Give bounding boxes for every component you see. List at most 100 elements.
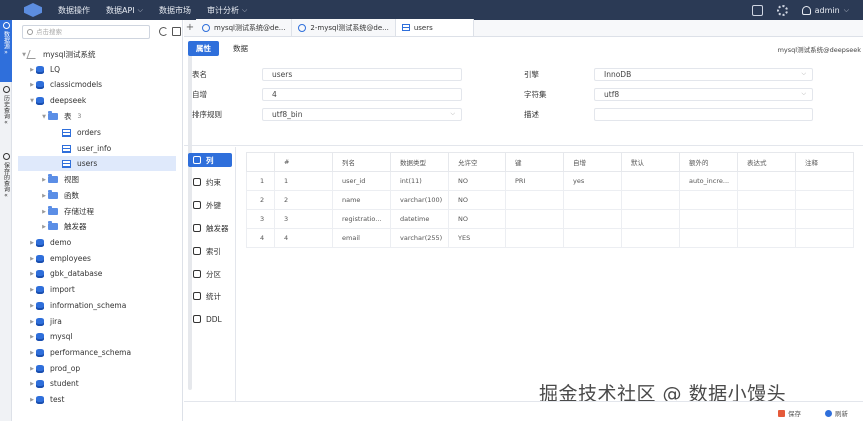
table-cell[interactable]: [737, 190, 796, 210]
section-indexes[interactable]: 索引: [188, 244, 232, 258]
table-cell[interactable]: [621, 209, 680, 229]
table-cell[interactable]: [795, 190, 854, 210]
section-columns[interactable]: 列: [188, 153, 232, 167]
add-tab-icon[interactable]: +: [184, 19, 196, 36]
tree-node-functions-folder[interactable]: ▶ 函数: [40, 188, 79, 203]
table-cell[interactable]: varchar(255): [390, 228, 449, 248]
tab-users[interactable]: users: [395, 19, 474, 36]
table-cell[interactable]: [505, 228, 564, 248]
tree-node-database[interactable]: ▶ jira: [28, 314, 62, 329]
table-cell[interactable]: [621, 171, 680, 191]
tab-data[interactable]: 数据: [225, 41, 256, 56]
table-cell[interactable]: 2: [274, 190, 333, 210]
table-cell[interactable]: NO: [448, 190, 506, 210]
tree-node-table[interactable]: user_info: [62, 141, 182, 156]
table-cell[interactable]: registratio...: [332, 209, 391, 229]
section-foreign-keys[interactable]: 外键: [188, 198, 232, 212]
nav-audit[interactable]: 审计分析 ⌵: [207, 5, 247, 16]
table-cell[interactable]: [621, 190, 680, 210]
tree-node-table-selected[interactable]: users: [18, 156, 176, 171]
col-header[interactable]: 允许空: [448, 152, 506, 172]
table-cell[interactable]: [505, 190, 564, 210]
tree-node-database[interactable]: ▶ test: [28, 392, 64, 407]
tree-node-database[interactable]: ▶ information_schema: [28, 298, 126, 313]
col-header[interactable]: 键: [505, 152, 564, 172]
tree-node-database[interactable]: ▶ prod_op: [28, 361, 80, 376]
tab-query-1[interactable]: mysql测试系统@de...: [196, 19, 293, 36]
tree-node-database[interactable]: ▶ student: [28, 376, 79, 391]
table-cell[interactable]: [795, 209, 854, 229]
table-cell[interactable]: user_id: [332, 171, 391, 191]
col-header[interactable]: 默认: [621, 152, 680, 172]
section-statistics[interactable]: 统计: [188, 289, 232, 303]
col-header[interactable]: 自增: [563, 152, 622, 172]
table-cell[interactable]: [563, 228, 622, 248]
tree-node-procedures-folder[interactable]: ▶ 存储过程: [40, 204, 94, 219]
tree-node-database[interactable]: ▶ mysql: [28, 329, 72, 344]
tree-node-database[interactable]: ▶ demo: [28, 235, 71, 250]
table-cell[interactable]: auto_incre...: [679, 171, 738, 191]
refresh-button[interactable]: 刷新: [825, 408, 848, 418]
collation-select[interactable]: utf8_bin ⌵: [262, 107, 462, 121]
app-logo[interactable]: [24, 3, 42, 17]
table-cell[interactable]: name: [332, 190, 391, 210]
table-cell[interactable]: [737, 209, 796, 229]
engine-select[interactable]: InnoDB ⌵: [594, 67, 813, 81]
table-row[interactable]: 3 3 registratio... datetime NO: [246, 209, 854, 229]
rail-history[interactable]: 历史查询 «: [0, 84, 12, 144]
section-triggers[interactable]: 触发器: [188, 221, 232, 235]
table-cell[interactable]: [679, 228, 738, 248]
table-cell[interactable]: [563, 190, 622, 210]
tree-search[interactable]: [22, 25, 150, 39]
comment-field[interactable]: [594, 107, 813, 121]
table-cell[interactable]: [737, 228, 796, 248]
save-button[interactable]: 保存: [778, 408, 801, 418]
col-header[interactable]: #: [274, 152, 333, 172]
table-cell[interactable]: [563, 209, 622, 229]
table-cell[interactable]: 3: [274, 209, 333, 229]
tree-node-tables-folder[interactable]: ▼ 表 3: [40, 109, 81, 124]
tree-node-database[interactable]: ▶ LQ: [28, 62, 60, 77]
table-cell[interactable]: [621, 228, 680, 248]
translate-icon[interactable]: [751, 4, 763, 16]
tree-node-database[interactable]: ▶ gbk_database: [28, 266, 102, 281]
table-cell[interactable]: [505, 209, 564, 229]
user-menu[interactable]: admin ⌵: [801, 5, 849, 15]
tree-node-database[interactable]: ▼ deepseek: [28, 93, 86, 108]
col-header[interactable]: 额外的: [679, 152, 738, 172]
table-cell[interactable]: datetime: [390, 209, 449, 229]
section-ddl[interactable]: DDL: [188, 312, 232, 326]
table-row[interactable]: 1 1 user_id int(11) NO PRI yes auto_incr…: [246, 171, 854, 191]
table-cell[interactable]: [679, 190, 738, 210]
tree-search-input[interactable]: [36, 28, 146, 36]
table-cell[interactable]: 1: [274, 171, 333, 191]
table-cell[interactable]: YES: [448, 228, 506, 248]
table-cell[interactable]: [795, 228, 854, 248]
nav-data-ops[interactable]: 数据操作: [58, 5, 90, 16]
table-cell[interactable]: [679, 209, 738, 229]
table-cell[interactable]: [737, 171, 796, 191]
rail-saved-queries[interactable]: 保存的查询 «: [0, 151, 12, 219]
col-header[interactable]: 注释: [795, 152, 854, 172]
table-row[interactable]: 4 4 email varchar(255) YES: [246, 228, 854, 248]
tree-node-views-folder[interactable]: ▶ 视图: [40, 172, 79, 187]
tree-node-table[interactable]: orders: [62, 125, 182, 140]
table-cell[interactable]: varchar(100): [390, 190, 449, 210]
col-header[interactable]: 列名: [332, 152, 391, 172]
tree-node-connection[interactable]: ▼ mysql测试系统: [20, 47, 96, 62]
tree-node-database[interactable]: ▶ import: [28, 282, 75, 297]
rail-datasource[interactable]: 数据源 »: [0, 20, 12, 82]
table-cell[interactable]: 4: [274, 228, 333, 248]
table-cell[interactable]: NO: [448, 171, 506, 191]
col-header[interactable]: 数据类型: [390, 152, 449, 172]
table-cell[interactable]: email: [332, 228, 391, 248]
charset-select[interactable]: utf8 ⌵: [594, 87, 813, 101]
gear-icon[interactable]: [776, 4, 788, 16]
new-query-icon[interactable]: [172, 27, 181, 36]
refresh-icon[interactable]: [159, 27, 168, 36]
tree-node-database[interactable]: ▶ employees: [28, 251, 91, 266]
table-cell[interactable]: PRI: [505, 171, 564, 191]
auto-increment-field[interactable]: 4: [262, 87, 462, 101]
tree-node-database[interactable]: ▶ classicmodels: [28, 77, 102, 92]
tree-node-database[interactable]: ▶ performance_schema: [28, 345, 131, 360]
